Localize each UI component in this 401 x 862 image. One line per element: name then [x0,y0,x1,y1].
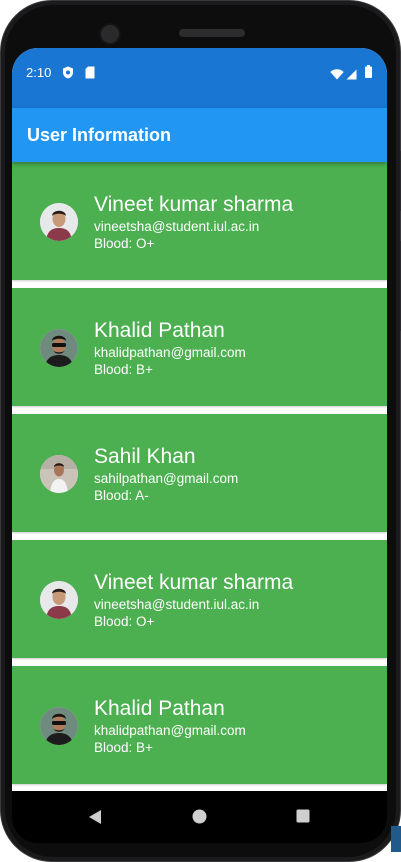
avatar [40,581,78,619]
avatar [40,455,78,493]
user-info: Vineet kumar sharma vineetsha@student.iu… [94,570,293,630]
user-info: Vineet kumar sharma vineetsha@student.iu… [94,192,293,252]
user-name: Sahil Khan [94,445,196,468]
user-blood-group: Blood: A- [94,488,149,503]
user-info: Sahil Khan sahilpathan@gmail.com Blood: … [94,444,238,504]
recents-icon[interactable] [296,809,310,828]
status-bar: 2:10 [12,48,387,108]
user-blood-group: Blood: O+ [94,236,155,251]
user-email: khalidpathan@gmail.com [94,723,246,738]
home-icon[interactable] [192,809,207,829]
user-email: vineetsha@student.iul.ac.in [94,597,260,612]
user-name: Vineet kumar sharma [94,193,294,216]
user-blood-group: Blood: O+ [94,614,155,629]
front-camera [99,23,121,45]
battery-icon [365,65,372,83]
sim-card-icon [85,66,95,84]
avatar [40,203,78,241]
earpiece-speaker [179,29,245,37]
user-info: Khalid Pathan khalidpathan@gmail.com Blo… [94,696,246,756]
corner-mark [391,826,401,852]
avatar [40,329,78,367]
user-email: khalidpathan@gmail.com [94,345,246,360]
app-bar: User Information [12,108,387,162]
user-info: Khalid Pathan khalidpathan@gmail.com Blo… [94,318,246,378]
user-email: vineetsha@student.iul.ac.in [94,219,260,234]
user-card[interactable]: Vineet kumar sharma vineetsha@student.iu… [12,162,387,280]
user-card[interactable]: Khalid Pathan khalidpathan@gmail.com Blo… [12,666,387,784]
signal-icon [346,67,357,85]
user-card[interactable]: Vineet kumar sharma vineetsha@student.iu… [12,540,387,658]
user-blood-group: Blood: B+ [94,740,153,755]
page-title: User Information [27,125,172,145]
user-name: Khalid Pathan [94,697,225,720]
back-icon[interactable] [88,809,102,830]
user-name: Vineet kumar sharma [94,571,294,594]
wifi-icon [330,67,344,85]
user-card[interactable]: Khalid Pathan khalidpathan@gmail.com Blo… [12,288,387,406]
user-name: Khalid Pathan [94,319,225,342]
avatar [40,707,78,745]
status-time: 2:10 [26,65,52,80]
user-blood-group: Blood: B+ [94,362,153,377]
navigation-bar [12,791,387,843]
user-list[interactable]: Vineet kumar sharma vineetsha@student.iu… [12,162,387,791]
user-card[interactable]: Sahil Khan sahilpathan@gmail.com Blood: … [12,414,387,532]
user-email: sahilpathan@gmail.com [94,471,239,486]
shield-icon [62,66,74,84]
device-screen: 2:10 User Information Vineet kumar sharm… [12,48,387,791]
